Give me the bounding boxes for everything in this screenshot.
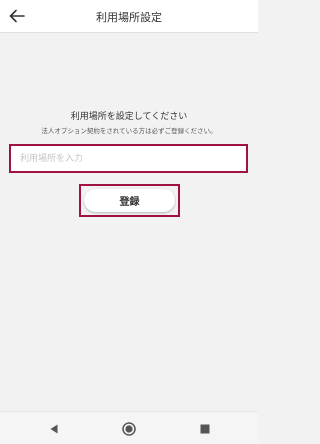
location-input-wrapper <box>9 144 248 173</box>
instruction-subtext: 法人オプション契約をされている方は必ずご登録ください。 <box>41 127 217 135</box>
register-button-frame: 登録 <box>79 184 180 217</box>
nav-recent-button[interactable] <box>197 421 213 437</box>
instruction-heading: 利用場所を設定してください <box>70 112 188 122</box>
register-button[interactable]: 登録 <box>84 189 175 212</box>
main-content: 利用場所を設定してください 法人オプション契約をされている方は必ずご登録ください… <box>0 33 258 411</box>
system-nav-bar <box>0 411 258 444</box>
nav-back-button[interactable] <box>46 421 62 437</box>
page-title: 利用場所設定 <box>96 11 162 24</box>
app-header: 利用場所設定 <box>0 0 258 33</box>
square-recent-icon <box>200 424 210 434</box>
triangle-back-icon <box>50 424 58 434</box>
circle-home-icon <box>122 422 136 436</box>
nav-home-button[interactable] <box>121 421 137 437</box>
location-input[interactable] <box>11 146 246 172</box>
